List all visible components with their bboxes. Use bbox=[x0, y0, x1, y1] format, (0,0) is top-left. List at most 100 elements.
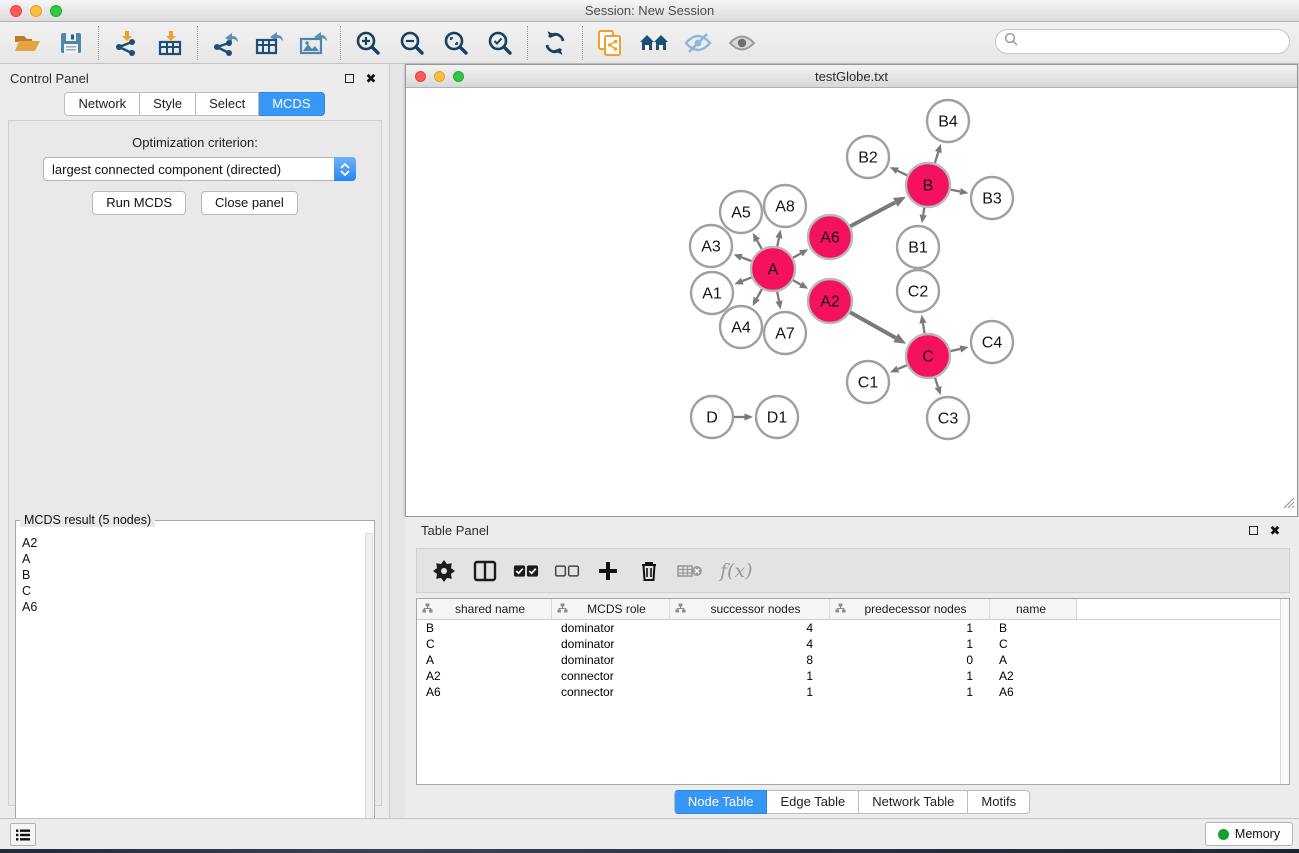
network-window-titlebar[interactable]: testGlobe.txt bbox=[406, 65, 1297, 88]
tab-network[interactable]: Network bbox=[64, 92, 140, 116]
hide-selected-icon[interactable] bbox=[680, 26, 716, 60]
node-label-C: C bbox=[922, 349, 934, 366]
table-cell: A bbox=[990, 653, 1077, 667]
float-table-panel-icon[interactable] bbox=[1245, 523, 1261, 539]
tab-network-table[interactable]: Network Table bbox=[859, 790, 968, 814]
status-bar: Memory bbox=[0, 818, 1299, 849]
result-scrollbar[interactable] bbox=[365, 533, 373, 853]
tab-style[interactable]: Style bbox=[140, 92, 196, 116]
zoom-selected-icon[interactable] bbox=[482, 26, 518, 60]
delete-row-trash-icon[interactable] bbox=[636, 556, 662, 586]
mcds-result-item[interactable]: A bbox=[22, 551, 364, 567]
import-table-icon[interactable] bbox=[152, 26, 188, 60]
export-table-icon[interactable] bbox=[251, 26, 287, 60]
resize-grip-icon[interactable] bbox=[1282, 496, 1295, 514]
table-row[interactable]: A6connector11A6 bbox=[417, 684, 1289, 700]
add-row-icon[interactable] bbox=[595, 556, 621, 586]
tab-edge-table[interactable]: Edge Table bbox=[767, 790, 859, 814]
float-panel-icon[interactable] bbox=[341, 70, 357, 86]
table-toolbar: f(x) bbox=[416, 548, 1290, 593]
export-image-icon[interactable] bbox=[295, 26, 331, 60]
edge-arrowhead bbox=[935, 144, 942, 153]
main-toolbar bbox=[0, 22, 1299, 64]
table-scrollbar[interactable] bbox=[1280, 599, 1289, 784]
mcds-result-item[interactable]: C bbox=[22, 583, 364, 599]
edge-A-A3[interactable] bbox=[741, 257, 751, 261]
table-cell: B bbox=[990, 621, 1077, 635]
table-row[interactable]: Adominator80A bbox=[417, 652, 1289, 668]
network-canvas[interactable]: AA1A2A3A4A5A6A7A8BB1B2B3B4CC1C2C3C4DD1 bbox=[406, 88, 1297, 516]
zoom-in-icon[interactable] bbox=[350, 26, 386, 60]
node-label-B: B bbox=[923, 178, 934, 195]
run-mcds-button[interactable]: Run MCDS bbox=[92, 191, 186, 215]
edge-B-B2[interactable] bbox=[897, 171, 907, 176]
search-input[interactable] bbox=[1024, 32, 1289, 52]
open-session-icon[interactable] bbox=[9, 26, 45, 60]
edge-B-B3[interactable] bbox=[951, 190, 961, 192]
edge-A-A6[interactable] bbox=[793, 253, 801, 257]
table-row[interactable]: Cdominator41C bbox=[417, 636, 1289, 652]
show-columns-icon[interactable] bbox=[472, 556, 498, 586]
optimization-criterion-dropdown[interactable]: largest connected component (directed) bbox=[43, 157, 356, 181]
mcds-result-box: MCDS result (5 nodes) A2ABCA6 bbox=[15, 520, 375, 853]
show-all-icon[interactable] bbox=[724, 26, 760, 60]
edge-C-C1[interactable] bbox=[898, 365, 907, 369]
edge-A-A2[interactable] bbox=[793, 280, 801, 284]
column-header-successor-nodes[interactable]: successor nodes bbox=[670, 599, 830, 619]
edge-A2-C[interactable] bbox=[850, 312, 896, 338]
edge-C-C4[interactable] bbox=[950, 349, 960, 351]
save-session-icon[interactable] bbox=[53, 26, 89, 60]
control-panel-tabs: NetworkStyleSelectMCDS bbox=[0, 92, 389, 116]
zoom-fit-icon[interactable] bbox=[438, 26, 474, 60]
mcds-result-item[interactable]: A6 bbox=[22, 599, 364, 615]
edge-A-A1[interactable] bbox=[742, 277, 751, 281]
table-row[interactable]: A2connector11A2 bbox=[417, 668, 1289, 684]
table-row[interactable]: Bdominator41B bbox=[417, 620, 1289, 636]
edge-A6-B[interactable] bbox=[850, 202, 895, 226]
tab-select[interactable]: Select bbox=[196, 92, 259, 116]
edge-C-C3[interactable] bbox=[935, 378, 938, 387]
select-all-icon[interactable] bbox=[513, 556, 539, 586]
tab-mcds[interactable]: MCDS bbox=[259, 92, 324, 116]
delete-table-icon[interactable] bbox=[677, 556, 703, 586]
close-table-panel-icon[interactable]: ✖ bbox=[1267, 523, 1283, 539]
edge-B-B1[interactable] bbox=[923, 208, 924, 215]
column-header-name[interactable]: name bbox=[990, 599, 1077, 619]
deselect-all-icon[interactable] bbox=[554, 556, 580, 586]
settings-gear-icon[interactable] bbox=[431, 556, 457, 586]
edge-C-C2[interactable] bbox=[923, 323, 925, 333]
edge-B-B4[interactable] bbox=[935, 152, 938, 163]
tab-node-table[interactable]: Node Table bbox=[674, 790, 768, 814]
memory-button[interactable]: Memory bbox=[1205, 822, 1293, 846]
edge-A-A4[interactable] bbox=[757, 289, 762, 298]
task-history-icon[interactable] bbox=[10, 823, 36, 846]
column-header-MCDS-role[interactable]: MCDS role bbox=[552, 599, 670, 619]
import-network-icon[interactable] bbox=[108, 26, 144, 60]
export-network-icon[interactable] bbox=[207, 26, 243, 60]
column-header-shared-name[interactable]: shared name bbox=[417, 599, 552, 619]
search-field[interactable] bbox=[995, 29, 1290, 54]
refresh-view-icon[interactable] bbox=[537, 26, 573, 60]
equation-builder-fx-icon[interactable]: f(x) bbox=[720, 560, 753, 582]
tab-motifs[interactable]: Motifs bbox=[968, 790, 1030, 814]
mcds-result-item[interactable]: A2 bbox=[22, 535, 364, 551]
column-header-label: name bbox=[990, 602, 1076, 616]
edge-arrowhead bbox=[734, 254, 743, 261]
table-cell: 8 bbox=[670, 653, 830, 667]
column-header-predecessor-nodes[interactable]: predecessor nodes bbox=[830, 599, 990, 619]
edge-A-A8[interactable] bbox=[777, 238, 779, 246]
edge-A-A5[interactable] bbox=[757, 240, 762, 249]
mcds-result-item[interactable]: B bbox=[22, 567, 364, 583]
control-panel-title: Control Panel bbox=[10, 71, 335, 86]
table-cell: dominator bbox=[552, 637, 670, 651]
mcds-result-title: MCDS result (5 nodes) bbox=[20, 513, 155, 527]
first-neighbors-icon[interactable] bbox=[636, 26, 672, 60]
table-cell: 1 bbox=[670, 685, 830, 699]
network-graph[interactable]: AA1A2A3A4A5A6A7A8BB1B2B3B4CC1C2C3C4DD1 bbox=[406, 88, 1297, 516]
network-snapshot-icon[interactable] bbox=[592, 26, 628, 60]
close-panel-icon[interactable]: ✖ bbox=[363, 70, 379, 86]
close-panel-button[interactable]: Close panel bbox=[201, 191, 298, 215]
zoom-out-icon[interactable] bbox=[394, 26, 430, 60]
edge-A-A7[interactable] bbox=[777, 292, 779, 301]
edge-arrowhead bbox=[959, 345, 968, 352]
